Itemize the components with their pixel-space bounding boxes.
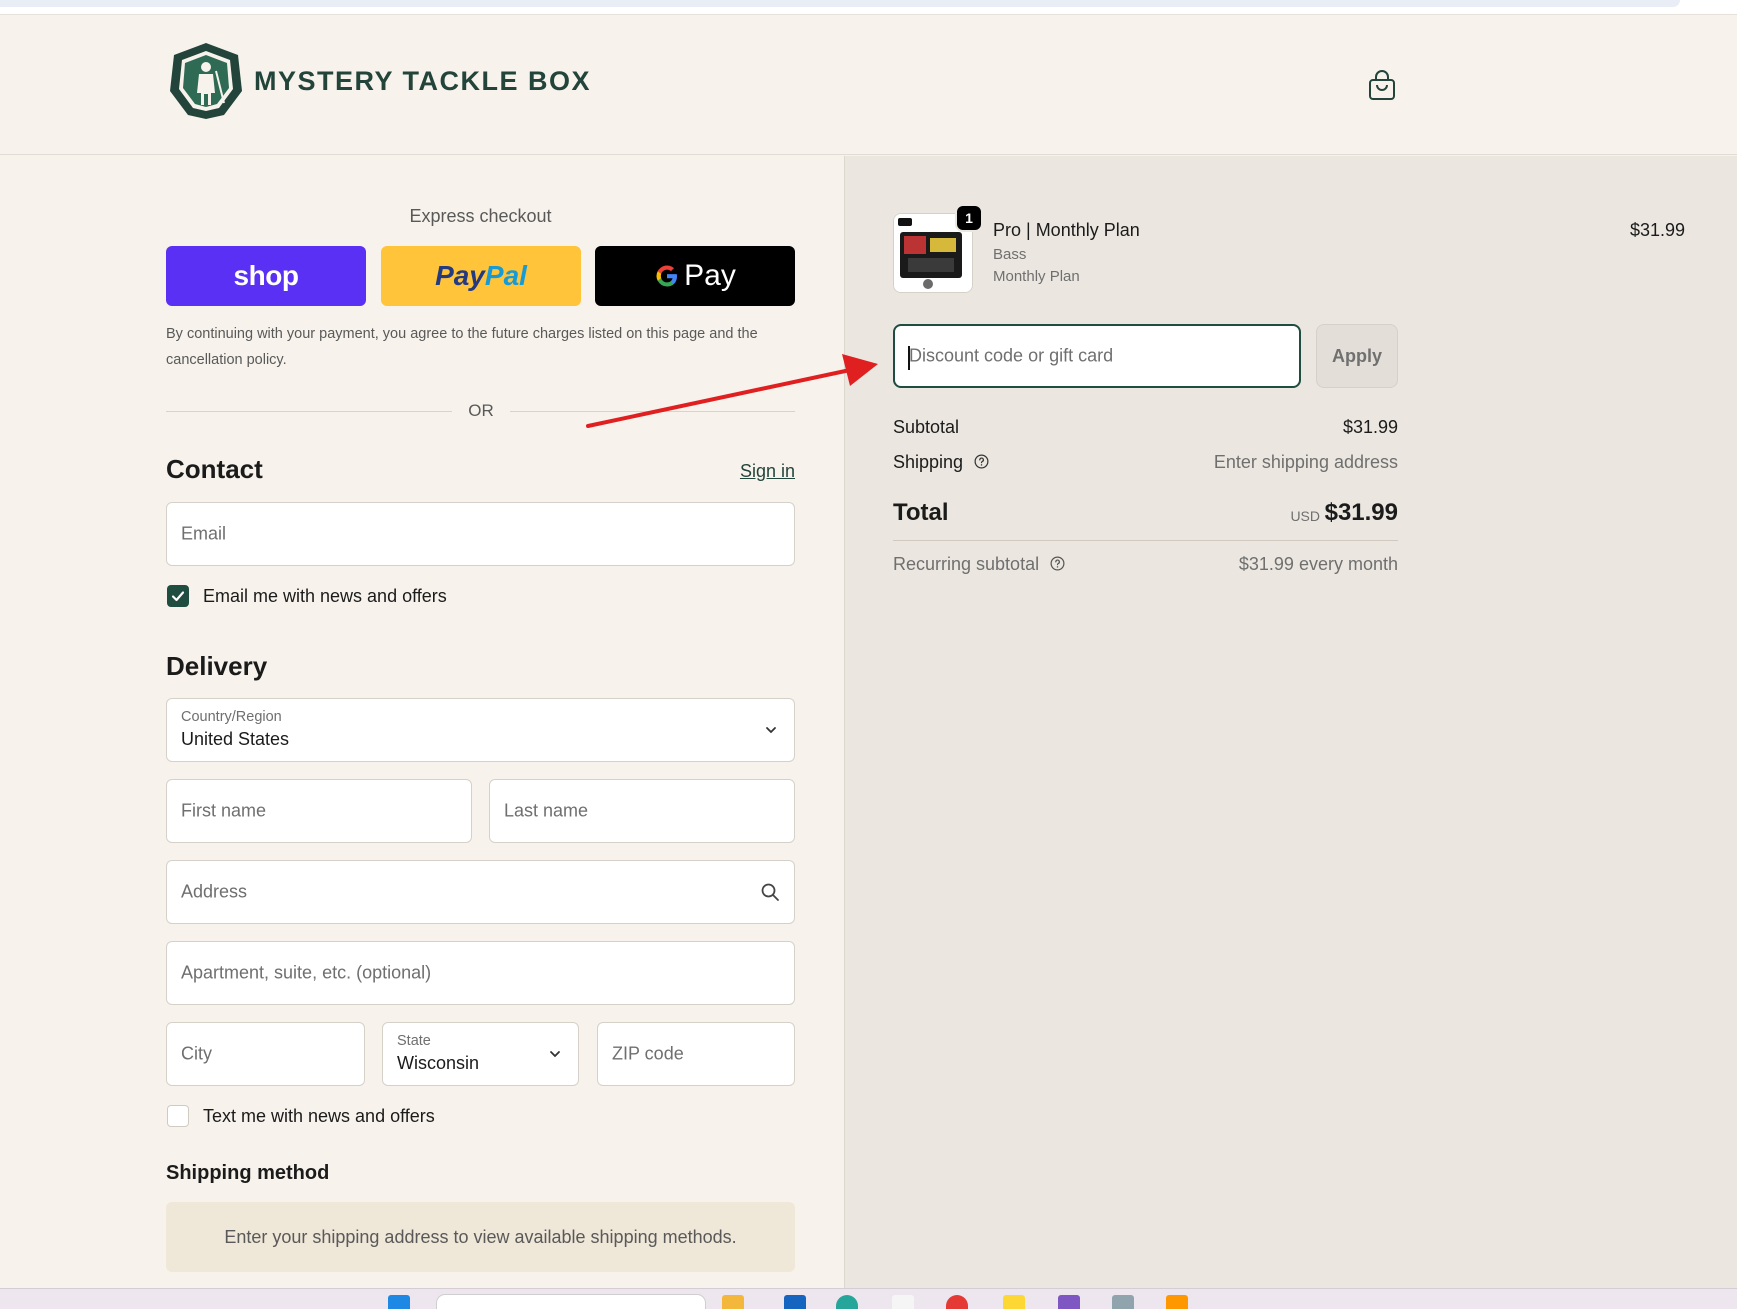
app-icon[interactable]: [1166, 1295, 1188, 1309]
os-taskbar: [0, 1288, 1737, 1309]
last-name-placeholder: Last name: [504, 800, 589, 821]
chevron-down-icon: [550, 1051, 560, 1058]
file-explorer-icon[interactable]: [722, 1295, 744, 1309]
site-header: MYSTERY TACKLE BOX: [0, 15, 1737, 155]
shipping-method-text: Enter your shipping address to view avai…: [224, 1226, 737, 1247]
chrome-icon[interactable]: [946, 1295, 968, 1309]
text-news-label: Text me with news and offers: [203, 1106, 435, 1126]
shipping-label: Shipping: [893, 452, 964, 472]
country-value: United States: [181, 729, 290, 749]
brand-logo[interactable]: MYSTERY TACKLE BOX: [166, 41, 591, 121]
email-field[interactable]: Email: [166, 502, 795, 566]
city-placeholder: City: [181, 1043, 212, 1064]
app-icon[interactable]: [892, 1295, 914, 1309]
summary-divider: [893, 540, 1398, 541]
browser-tab-bar: [0, 0, 1680, 7]
shipping-row: Shipping Enter shipping address: [893, 452, 1398, 473]
first-name-placeholder: First name: [181, 800, 267, 821]
apartment-placeholder: Apartment, suite, etc. (optional): [181, 962, 432, 983]
apply-discount-button[interactable]: Apply: [1316, 324, 1398, 388]
subtotal-row: Subtotal $31.99: [893, 417, 1398, 438]
quantity-badge: 1: [955, 204, 983, 232]
apartment-field[interactable]: Apartment, suite, etc. (optional): [166, 941, 795, 1005]
product-price: $31.99: [1629, 220, 1685, 240]
product-name: Pro | Monthly Plan: [993, 220, 1140, 240]
shipping-method-message: Enter your shipping address to view avai…: [166, 1202, 795, 1272]
state-value: Wisconsin: [397, 1053, 480, 1073]
paypal-label-pal: Pal: [484, 260, 527, 291]
email-news-label: Email me with news and offers: [203, 586, 447, 606]
country-label: Country/Region: [181, 709, 282, 725]
divider-line-left: [166, 411, 452, 412]
recurring-value: $31.99 every month: [1238, 554, 1398, 574]
express-checkout-label: Express checkout: [409, 206, 552, 226]
product-variant-species: Bass: [993, 246, 1027, 263]
app-icon[interactable]: [1112, 1295, 1134, 1309]
state-select[interactable]: State Wisconsin: [382, 1022, 579, 1086]
product-variant-plan: Monthly Plan: [993, 268, 1080, 285]
checkout-form-column: Express checkout shop Pay Pal Pay By cont…: [0, 156, 844, 1288]
address-placeholder: Address: [181, 881, 248, 902]
email-news-checkbox[interactable]: [167, 585, 189, 607]
subtotal-value: $31.99: [1342, 417, 1398, 437]
country-select[interactable]: Country/Region United States: [166, 698, 795, 762]
shipping-method-title: Shipping method: [166, 1162, 330, 1184]
notes-icon[interactable]: [1003, 1295, 1025, 1309]
zip-placeholder: ZIP code: [612, 1043, 684, 1064]
chevron-down-icon: [766, 727, 776, 734]
city-field[interactable]: City: [166, 1022, 365, 1086]
state-label: State: [397, 1033, 431, 1049]
payment-disclaimer: By continuing with your payment, you agr…: [166, 326, 758, 368]
subtotal-label: Subtotal: [893, 417, 960, 437]
zip-field[interactable]: ZIP code: [597, 1022, 795, 1086]
sign-in-link[interactable]: Sign in: [700, 461, 795, 482]
edge-icon[interactable]: [836, 1295, 858, 1309]
google-pay-button[interactable]: Pay: [595, 246, 795, 306]
total-currency: USD: [1290, 508, 1320, 524]
or-divider: OR: [166, 396, 795, 426]
help-circle-icon[interactable]: [1050, 556, 1065, 571]
or-label: OR: [468, 401, 494, 420]
delivery-title: Delivery: [166, 651, 268, 681]
paypal-label-pay: Pay: [435, 260, 485, 291]
address-field[interactable]: Address: [166, 860, 795, 924]
help-circle-icon[interactable]: [974, 454, 989, 469]
divider-line-right: [510, 411, 795, 412]
contact-title: Contact: [166, 454, 263, 484]
start-icon[interactable]: [388, 1295, 410, 1309]
discount-placeholder: Discount code or gift card: [909, 345, 1114, 366]
google-pay-label: Pay: [684, 259, 736, 292]
store-icon[interactable]: [784, 1295, 806, 1309]
first-name-field[interactable]: First name: [166, 779, 472, 843]
recurring-subtotal-row: Recurring subtotal $31.99 every month: [893, 554, 1398, 575]
brand-name: MYSTERY TACKLE BOX: [254, 65, 592, 96]
checkmark-icon: [171, 591, 185, 602]
last-name-field[interactable]: Last name: [489, 779, 795, 843]
apply-label: Apply: [1331, 345, 1382, 366]
discount-code-input[interactable]: Discount code or gift card: [893, 324, 1301, 388]
browser-top-strip: [0, 0, 1737, 15]
shop-pay-label: shop: [233, 260, 299, 291]
shop-pay-button[interactable]: shop: [166, 246, 366, 306]
taskbar-search[interactable]: [436, 1294, 706, 1309]
logo-shield-icon: [170, 43, 242, 119]
google-g-icon: [656, 265, 678, 287]
email-placeholder: Email: [181, 523, 227, 544]
recurring-label: Recurring subtotal: [893, 554, 1040, 574]
paypal-button[interactable]: Pay Pal: [381, 246, 581, 306]
shopping-bag-icon[interactable]: [1367, 70, 1397, 102]
total-value: $31.99: [1324, 499, 1398, 526]
search-icon[interactable]: [760, 882, 780, 902]
shipping-value: Enter shipping address: [1213, 452, 1398, 472]
teams-icon[interactable]: [1058, 1295, 1080, 1309]
text-news-checkbox[interactable]: [167, 1105, 189, 1127]
order-summary-column: 1 Pro | Monthly Plan Bass Monthly Plan $…: [844, 156, 1737, 1288]
total-label: Total: [893, 499, 949, 526]
total-row: Total USD $31.99: [893, 499, 1398, 527]
